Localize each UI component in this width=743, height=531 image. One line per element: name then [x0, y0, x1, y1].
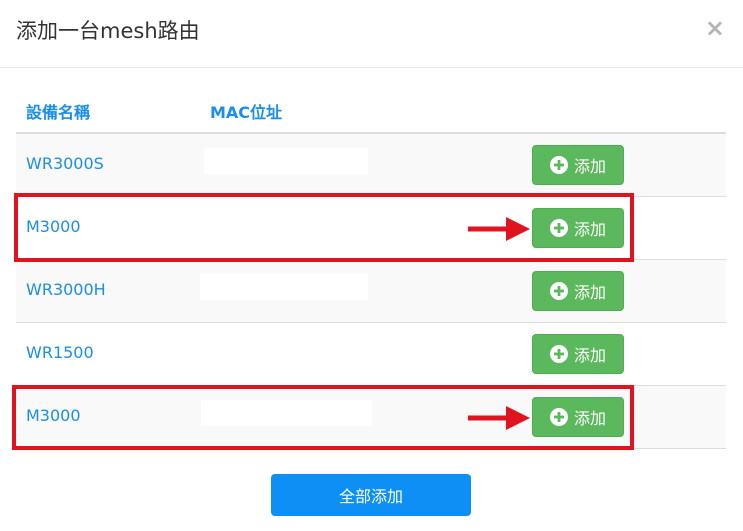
- device-name: M3000: [26, 217, 81, 236]
- add-button-label: 添加: [573, 220, 606, 239]
- plus-circle-icon: [549, 282, 568, 300]
- mac-value-redacted: [204, 211, 368, 237]
- add-button-label: 添加: [573, 157, 606, 176]
- plus-circle-icon: [549, 219, 568, 237]
- table-row: M3000 添加: [16, 386, 726, 449]
- add-button[interactable]: 添加: [532, 271, 624, 311]
- dialog-header: 添加一台mesh路由 ×: [0, 0, 743, 68]
- mac-value-redacted: [204, 148, 368, 174]
- plus-circle-icon: [549, 156, 568, 174]
- add-button-label: 添加: [573, 346, 606, 365]
- add-button[interactable]: 添加: [532, 145, 624, 185]
- plus-circle-icon: [549, 408, 568, 426]
- add-button[interactable]: 添加: [532, 334, 624, 374]
- column-header-device-name: 設備名稱: [26, 103, 91, 122]
- mac-value-redacted: [204, 337, 368, 363]
- dialog-title: 添加一台mesh路由: [16, 19, 200, 43]
- device-name: WR1500: [26, 343, 94, 362]
- add-button-label: 添加: [573, 409, 606, 428]
- table-header: 設備名稱 MAC位址: [16, 82, 726, 134]
- table-row: WR3000H 添加: [16, 260, 726, 323]
- table-row: WR3000S 添加: [16, 134, 726, 197]
- add-mesh-dialog: 添加一台mesh路由 × 設備名稱 MAC位址 WR3000S 添加 M3000: [0, 0, 743, 531]
- add-button[interactable]: 添加: [532, 208, 624, 248]
- add-button-label: 添加: [573, 283, 606, 302]
- device-table: 設備名稱 MAC位址 WR3000S 添加 M3000 添加 WR3000H 添…: [16, 82, 726, 449]
- add-all-button[interactable]: 全部添加: [271, 474, 471, 516]
- device-name: M3000: [26, 406, 81, 425]
- device-name: WR3000S: [26, 154, 104, 173]
- add-button[interactable]: 添加: [532, 397, 624, 437]
- table-row: WR1500 添加: [16, 323, 726, 386]
- table-row: M3000 添加: [16, 197, 726, 260]
- mac-value-redacted: [201, 400, 372, 426]
- column-header-mac: MAC位址: [210, 103, 283, 122]
- device-name: WR3000H: [26, 280, 106, 299]
- close-icon[interactable]: ×: [705, 14, 725, 42]
- plus-circle-icon: [549, 345, 568, 363]
- mac-value-redacted: [200, 274, 368, 300]
